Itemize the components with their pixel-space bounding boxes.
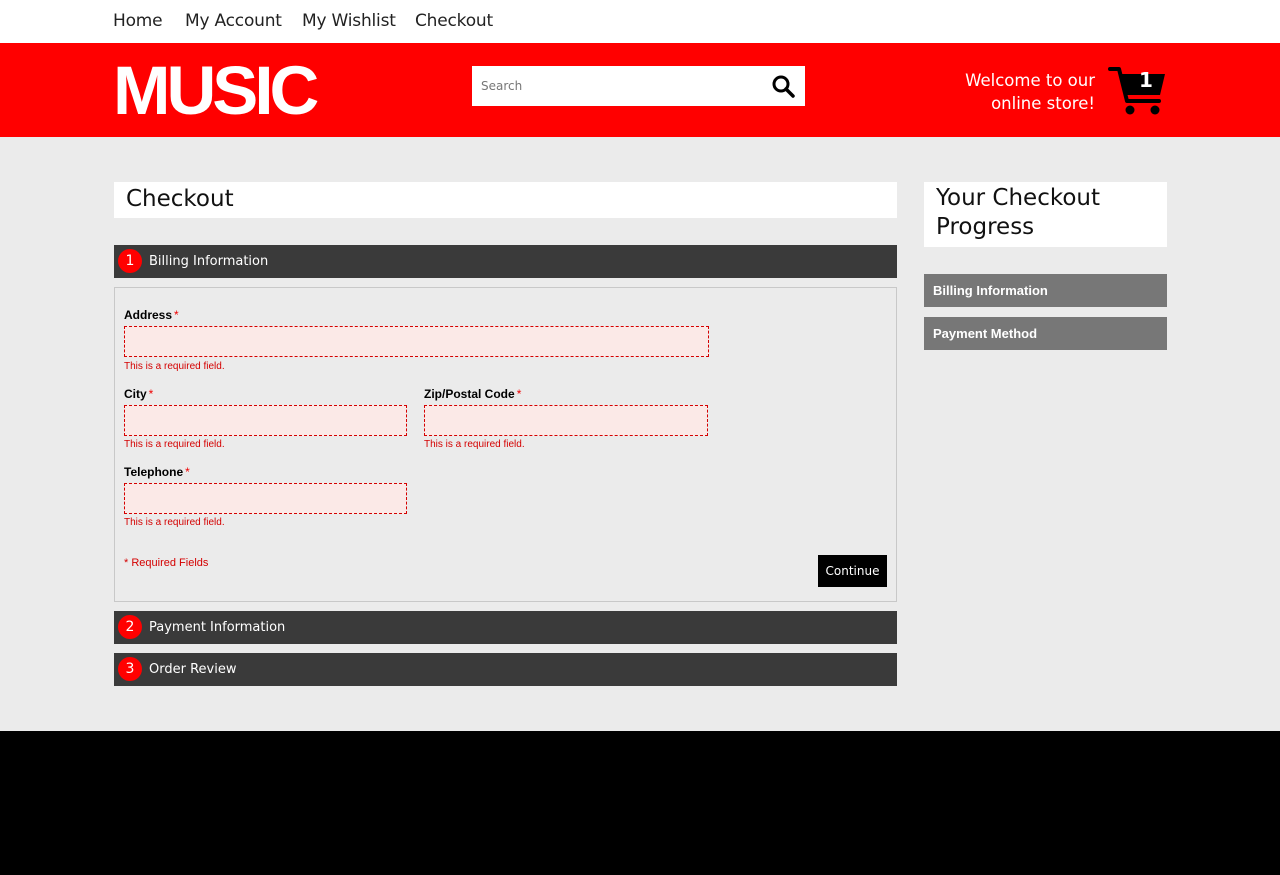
nav-my-account-link[interactable]: My Account bbox=[185, 11, 282, 31]
required-fields-note: * Required Fields bbox=[124, 557, 209, 569]
welcome-message: Welcome to our online store! bbox=[965, 69, 1095, 115]
welcome-line-2: online store! bbox=[991, 94, 1095, 113]
city-error: This is a required field. bbox=[124, 439, 225, 450]
zip-label-text: Zip/Postal Code bbox=[424, 387, 515, 401]
required-asterisk: * bbox=[174, 308, 179, 322]
progress-item-payment-method: Payment Method bbox=[924, 317, 1167, 350]
step-number-badge: 2 bbox=[118, 615, 142, 639]
progress-item-billing-information: Billing Information bbox=[924, 274, 1167, 307]
search-box bbox=[472, 66, 805, 106]
search-icon[interactable] bbox=[771, 74, 795, 98]
step-label: Payment Information bbox=[149, 620, 286, 635]
city-label-text: City bbox=[124, 387, 147, 401]
nav-home-link[interactable]: Home bbox=[113, 11, 163, 31]
continue-button[interactable]: Continue bbox=[818, 555, 887, 587]
required-asterisk: * bbox=[148, 387, 154, 401]
step-number-badge: 1 bbox=[118, 249, 142, 273]
zip-error: This is a required field. bbox=[424, 439, 525, 450]
telephone-label-text: Telephone bbox=[124, 465, 184, 479]
city-field[interactable] bbox=[124, 405, 407, 436]
city-label: City * bbox=[124, 387, 153, 401]
address-label: Address * bbox=[124, 308, 179, 322]
step-label: Billing Information bbox=[149, 254, 269, 269]
required-asterisk: * bbox=[516, 387, 522, 401]
address-label-text: Address bbox=[124, 308, 173, 322]
site-footer bbox=[0, 731, 1280, 875]
cart-button[interactable]: 1 bbox=[1108, 65, 1168, 117]
site-header: MUSIC Welcome to our online store! 1 bbox=[0, 43, 1280, 137]
cart-count: 1 bbox=[1139, 68, 1153, 92]
top-nav: Home My Account My Wishlist Checkout bbox=[0, 0, 1280, 43]
checkout-progress-title: Your Checkout Progress bbox=[924, 182, 1167, 247]
step-order-review[interactable]: 3 Order Review bbox=[114, 653, 897, 686]
address-error: This is a required field. bbox=[124, 361, 225, 372]
page-title: Checkout bbox=[114, 182, 897, 218]
step-billing-information[interactable]: 1 Billing Information bbox=[114, 245, 897, 278]
step-payment-information[interactable]: 2 Payment Information bbox=[114, 611, 897, 644]
address-field[interactable] bbox=[124, 326, 709, 357]
required-asterisk: * bbox=[185, 465, 190, 479]
welcome-line-1: Welcome to our bbox=[965, 71, 1095, 90]
step-label: Order Review bbox=[149, 662, 237, 677]
nav-my-wishlist-link[interactable]: My Wishlist bbox=[302, 11, 396, 31]
telephone-error: This is a required field. bbox=[124, 517, 225, 528]
zip-label: Zip/Postal Code * bbox=[424, 387, 521, 401]
telephone-field[interactable] bbox=[124, 483, 407, 514]
step-number-badge: 3 bbox=[118, 657, 142, 681]
nav-checkout-link[interactable]: Checkout bbox=[415, 11, 493, 31]
billing-form: Address * This is a required field. City *… bbox=[114, 287, 897, 602]
zip-field[interactable] bbox=[424, 405, 708, 436]
search-input[interactable] bbox=[472, 66, 762, 106]
site-logo[interactable]: MUSIC bbox=[113, 53, 319, 129]
telephone-label: Telephone * bbox=[124, 465, 190, 479]
